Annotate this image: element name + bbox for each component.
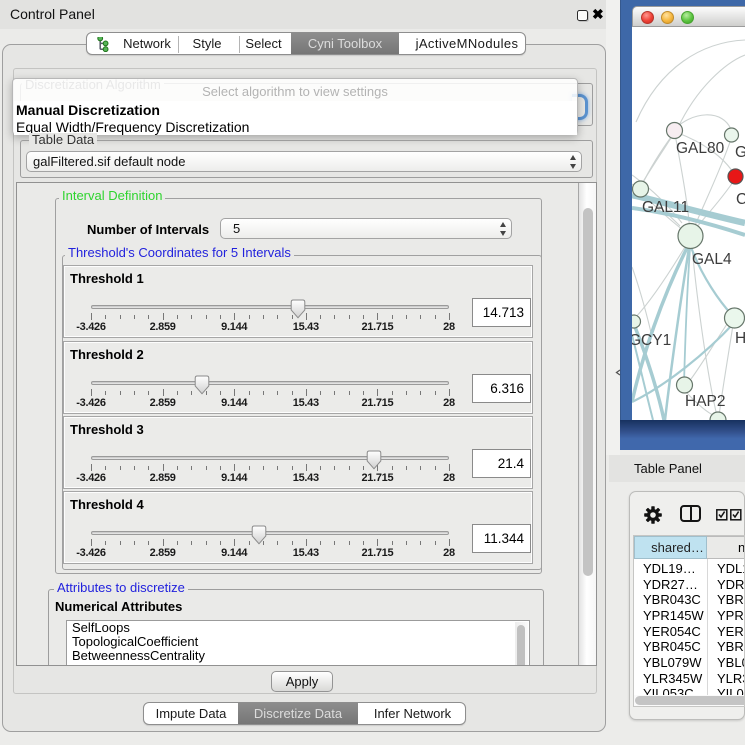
svg-text:GAL11: GAL11 xyxy=(642,199,689,216)
svg-text:GA: GA xyxy=(735,144,745,161)
svg-text:GAL4: GAL4 xyxy=(692,251,732,268)
svg-text:HAP2: HAP2 xyxy=(685,393,726,410)
svg-text:C: C xyxy=(736,191,745,208)
svg-text:GCY1: GCY1 xyxy=(632,332,671,349)
svg-text:H: H xyxy=(735,330,745,347)
svg-text:GAL80: GAL80 xyxy=(676,140,725,157)
